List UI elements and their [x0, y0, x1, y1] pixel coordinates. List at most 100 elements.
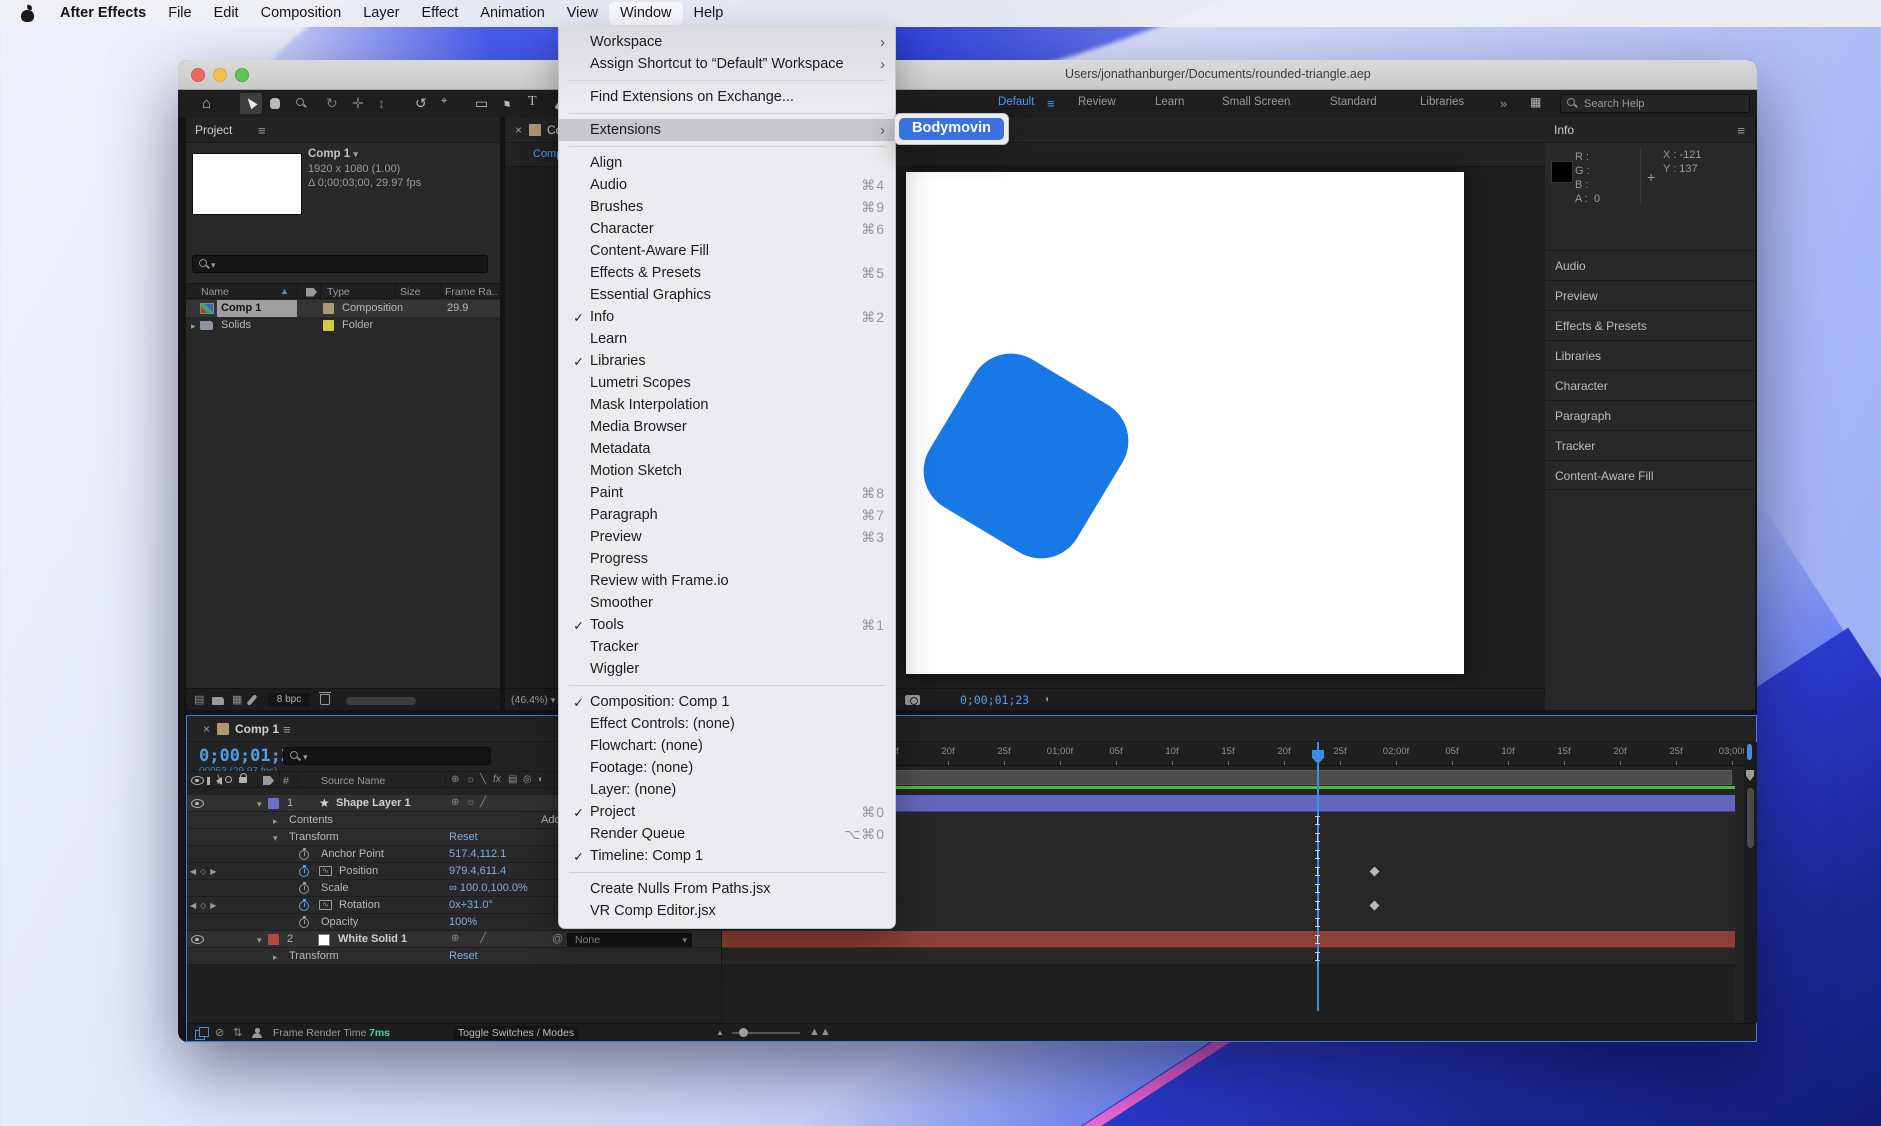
keyframe-navigator[interactable]: ◀◇▶	[190, 901, 220, 910]
property-value[interactable]: ∞ 100.0,100.0%	[449, 882, 528, 894]
zoom-out-mountain-icon[interactable]: ▲	[716, 1028, 724, 1037]
zoom-tool-icon[interactable]	[296, 98, 307, 109]
workspace-tab-default[interactable]: Default	[998, 96, 1034, 108]
panel-content-aware-fill[interactable]: Content-Aware Fill	[1545, 460, 1755, 490]
playhead-line[interactable]	[1317, 742, 1319, 1011]
layer-name[interactable]: Shape Layer 1	[336, 797, 411, 809]
effects-column-icon[interactable]: ╲	[480, 774, 486, 785]
panel-tracker[interactable]: Tracker	[1545, 430, 1755, 460]
project-table-header[interactable]: Name ▲ Type Size Frame Ra..	[186, 283, 500, 299]
bit-depth-button[interactable]: 8 bpc	[268, 693, 310, 707]
adjust-icon[interactable]	[247, 694, 258, 706]
menu-item-align[interactable]: Align	[559, 152, 895, 174]
menu-item-extensions[interactable]: Extensions›	[559, 119, 895, 141]
property-value[interactable]: 100%	[449, 916, 477, 928]
composition-canvas[interactable]	[906, 172, 1464, 674]
menu-item-footage-none[interactable]: Footage: (none)	[559, 757, 895, 779]
column-frame-rate[interactable]: Frame Ra..	[445, 286, 498, 298]
source-name-column[interactable]: Source Name	[321, 775, 385, 787]
eye-icon[interactable]	[191, 799, 204, 808]
column-type[interactable]: Type	[327, 286, 350, 298]
panel-libraries[interactable]: Libraries	[1545, 340, 1755, 370]
group-label[interactable]: Transform	[289, 831, 339, 843]
dolly-camera-tool-icon[interactable]: ↕	[378, 95, 385, 111]
menu-item-mask-interpolation[interactable]: Mask Interpolation	[559, 394, 895, 416]
quality-column-icon[interactable]: ☼	[466, 774, 475, 785]
blue-rounded-square-shape[interactable]	[908, 338, 1144, 574]
close-tab-icon[interactable]: ×	[203, 722, 210, 736]
timeline-zoom-slider-knob[interactable]	[739, 1028, 748, 1037]
search-options-chevron[interactable]: ▾	[211, 260, 216, 271]
menu-item-preview[interactable]: Preview⌘3	[559, 526, 895, 548]
menu-item-find-extensions-on-exchange[interactable]: Find Extensions on Exchange...	[559, 86, 895, 108]
audio-column-icon[interactable]	[216, 777, 222, 785]
close-window-button[interactable]	[191, 68, 205, 82]
menu-item-project[interactable]: ✓Project⌘0	[559, 801, 895, 823]
menu-item-timeline-comp-1[interactable]: ✓Timeline: Comp 1	[559, 845, 895, 867]
menu-item-audio[interactable]: Audio⌘4	[559, 174, 895, 196]
menu-item-paragraph[interactable]: Paragraph⌘7	[559, 504, 895, 526]
label-color-swatch[interactable]	[323, 320, 334, 331]
workspace-tab-small-screen[interactable]: Small Screen	[1222, 96, 1290, 108]
stopwatch-icon[interactable]	[299, 850, 309, 860]
lock-column-icon[interactable]	[239, 777, 247, 783]
menu-item-vr-comp-editor-jsx[interactable]: VR Comp Editor.jsx	[559, 900, 895, 922]
collapse-chevron[interactable]: ▾	[257, 935, 262, 946]
item-name[interactable]: Comp 1	[221, 302, 261, 314]
shy-switch-icon[interactable]: ⊕	[451, 797, 459, 808]
stopwatch-icon[interactable]	[299, 901, 309, 911]
menubar-item-composition[interactable]: Composition	[250, 2, 353, 25]
panel-layout-icon[interactable]: ▦	[1530, 95, 1541, 109]
timeline-search-field[interactable]: ▾	[283, 747, 491, 765]
panel-audio[interactable]: Audio	[1545, 250, 1755, 280]
panel-menu-icon[interactable]: ≡	[283, 722, 291, 737]
exposure-icon[interactable]: ◐	[1045, 694, 1051, 705]
graph-editor-icon[interactable]: ∿	[319, 900, 332, 910]
layer-name[interactable]: White Solid 1	[338, 933, 407, 945]
menu-item-flowchart-none[interactable]: Flowchart: (none)	[559, 735, 895, 757]
menubar-item-help[interactable]: Help	[683, 2, 735, 25]
shy-switch-icon[interactable]: ⊕	[451, 933, 459, 944]
search-options-chevron[interactable]: ▾	[303, 752, 308, 763]
apple-menu-icon[interactable]	[20, 6, 35, 22]
graph-editor-icon[interactable]: ∿	[319, 866, 332, 876]
menubar-item-edit[interactable]: Edit	[203, 2, 250, 25]
threed-column-icon[interactable]: ◐	[538, 774, 544, 785]
orbit-camera-tool-icon[interactable]: ↻	[326, 95, 338, 112]
menu-item-effects-presets[interactable]: Effects & Presets⌘5	[559, 262, 895, 284]
menu-item-tracker[interactable]: Tracker	[559, 636, 895, 658]
column-name[interactable]: Name	[201, 286, 229, 298]
pen-tool-icon[interactable]: ♦	[499, 95, 515, 112]
workspace-tab-standard[interactable]: Standard	[1330, 96, 1377, 108]
comp-name-label[interactable]: Comp 1 ▾	[308, 148, 358, 160]
workspace-tab-review[interactable]: Review	[1078, 96, 1116, 108]
group-label[interactable]: Contents	[289, 814, 333, 826]
column-size[interactable]: Size	[400, 286, 420, 298]
info-panel-tab[interactable]: Info ≡	[1545, 117, 1755, 143]
expand-chevron[interactable]: ▸	[273, 952, 278, 963]
menu-item-wiggler[interactable]: Wiggler	[559, 658, 895, 680]
menu-item-composition-comp-1[interactable]: ✓Composition: Comp 1	[559, 691, 895, 713]
reset-link[interactable]: Reset	[449, 950, 478, 962]
rotation-tool-icon[interactable]: ↺	[415, 95, 427, 112]
collapse-chevron[interactable]: ▾	[257, 799, 262, 810]
toggle-switches-modes-button[interactable]: Toggle Switches / Modes	[454, 1026, 578, 1040]
project-row-solids[interactable]: ▸ Solids Folder	[186, 317, 500, 334]
layer2-duration-bar[interactable]	[722, 931, 1735, 948]
help-search-input[interactable]	[1584, 98, 1734, 110]
solo-column-icon[interactable]	[225, 776, 232, 783]
magnification-dropdown[interactable]: (46.4%) ▾	[511, 694, 555, 706]
panel-paragraph[interactable]: Paragraph	[1545, 400, 1755, 430]
expand-chevron[interactable]: ▸	[273, 816, 278, 827]
label-column-icon[interactable]	[306, 288, 317, 297]
menu-item-progress[interactable]: Progress	[559, 548, 895, 570]
panel-preview[interactable]: Preview	[1545, 280, 1755, 310]
menu-item-paint[interactable]: Paint⌘8	[559, 482, 895, 504]
vertical-scrollbar[interactable]	[1744, 742, 1757, 1023]
menu-item-motion-sketch[interactable]: Motion Sketch	[559, 460, 895, 482]
reset-link[interactable]: Reset	[449, 831, 478, 843]
pan-camera-tool-icon[interactable]: ✛	[352, 95, 364, 112]
menu-item-render-queue[interactable]: Render Queue⌥⌘0	[559, 823, 895, 845]
workspace-menu-icon[interactable]: ≡	[1047, 96, 1055, 111]
effects-switch-icon[interactable]: ╱	[480, 797, 486, 808]
